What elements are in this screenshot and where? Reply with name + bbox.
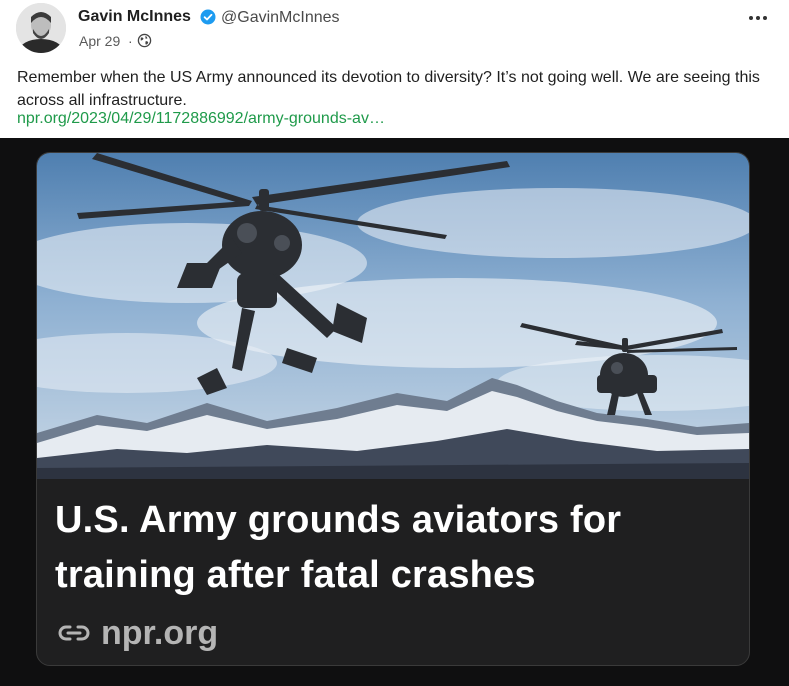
card-image-helicopters xyxy=(37,153,749,479)
link-preview-card[interactable]: U.S. Army grounds aviators for training … xyxy=(36,152,750,666)
globe-icon xyxy=(137,33,152,48)
more-options-button[interactable] xyxy=(744,4,772,32)
post-link[interactable]: npr.org/2023/04/29/1172886992/army-groun… xyxy=(17,110,385,128)
link-chain-icon xyxy=(58,625,90,641)
author-avatar[interactable] xyxy=(16,3,66,53)
date-separator: · xyxy=(128,33,133,49)
card-domain-text: npr.org xyxy=(101,613,219,652)
card-domain[interactable]: npr.org xyxy=(57,613,218,653)
author-name[interactable]: Gavin McInnes xyxy=(78,8,191,26)
social-post: Gavin McInnes @GavinMcInnes Apr 29 · Rem… xyxy=(0,0,789,686)
author-handle[interactable]: @GavinMcInnes xyxy=(221,9,340,27)
card-title[interactable]: U.S. Army grounds aviators for training … xyxy=(55,493,735,603)
more-options-icon xyxy=(749,16,767,20)
link-preview-container[interactable]: U.S. Army grounds aviators for training … xyxy=(0,138,789,686)
post-date[interactable]: Apr 29 xyxy=(79,33,120,49)
verified-badge-icon xyxy=(200,9,216,25)
post-body-text: Remember when the US Army announced its … xyxy=(17,69,760,109)
